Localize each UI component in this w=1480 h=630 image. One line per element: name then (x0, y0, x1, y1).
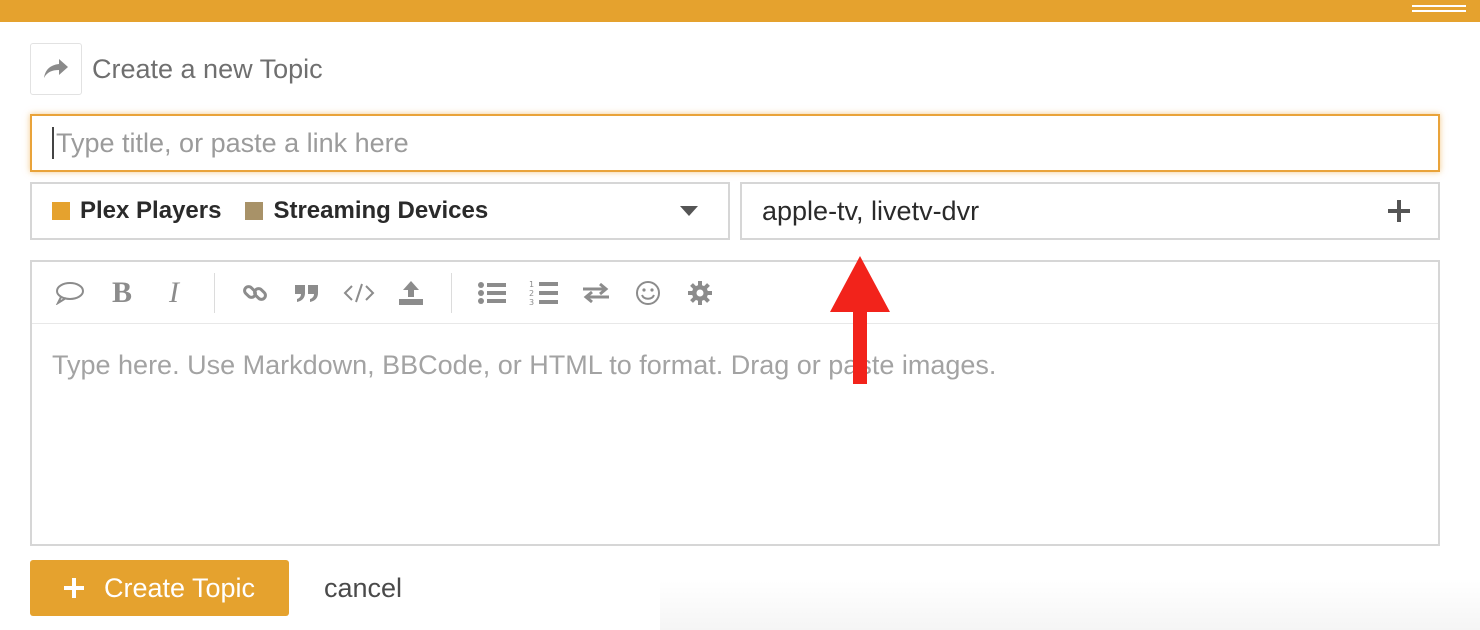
create-topic-label: Create Topic (103, 572, 256, 603)
plus-icon (63, 578, 84, 598)
annotation-arrow-icon (830, 256, 890, 384)
category-chooser[interactable]: Plex Players Streaming Devices (30, 182, 730, 240)
swap-icon[interactable] (578, 275, 614, 311)
blockquote-icon[interactable] (289, 275, 325, 311)
toolbar-divider (214, 272, 215, 313)
topic-title-input[interactable]: Type title, or paste a link here (30, 114, 1440, 172)
category-label: Streaming Devices (273, 197, 489, 224)
link-icon[interactable] (237, 275, 273, 311)
text-caret (52, 127, 54, 159)
post-editor: B I 123 Type here. Use Markdown, BBCode,… (30, 260, 1440, 546)
gear-icon[interactable] (682, 275, 718, 311)
bold-icon[interactable]: B (104, 275, 140, 311)
composer-header: Create a new Topic (30, 43, 323, 95)
composer-top-bar (0, 0, 1480, 22)
resize-grip-icon[interactable] (1412, 5, 1466, 15)
category-badge-parent: Plex Players (52, 197, 221, 225)
reply-action-button[interactable] (30, 43, 82, 95)
numbered-list-icon[interactable]: 123 (526, 275, 562, 311)
italic-icon[interactable]: I (156, 275, 192, 311)
tags-value: apple-tv, livetv-dvr (762, 195, 980, 226)
svg-text:3: 3 (529, 298, 534, 307)
code-icon[interactable] (341, 275, 377, 311)
svg-text:2: 2 (529, 289, 534, 298)
tags-input[interactable]: apple-tv, livetv-dvr (740, 182, 1440, 240)
category-color-swatch (52, 202, 70, 220)
window-shadow (660, 580, 1480, 630)
create-topic-button[interactable]: Create Topic (30, 560, 289, 616)
reply-icon (44, 59, 68, 78)
category-badge-child: Streaming Devices (245, 197, 488, 225)
title-placeholder: Type title, or paste a link here (56, 127, 409, 158)
svg-text:1: 1 (529, 280, 534, 289)
plus-icon[interactable] (1388, 200, 1410, 222)
editor-textarea[interactable]: Type here. Use Markdown, BBCode, or HTML… (32, 324, 1438, 407)
bulleted-list-icon[interactable] (474, 275, 510, 311)
upload-icon[interactable] (393, 275, 429, 311)
cancel-link[interactable]: cancel (324, 573, 402, 604)
quote-bubble-icon[interactable] (52, 275, 88, 311)
category-label: Plex Players (80, 197, 222, 224)
editor-toolbar: B I 123 (32, 262, 1438, 324)
emoji-icon[interactable] (630, 275, 666, 311)
composer-title: Create a new Topic (92, 53, 323, 84)
toolbar-divider (451, 272, 452, 313)
category-color-swatch (245, 202, 264, 220)
chevron-down-icon[interactable] (680, 206, 698, 216)
